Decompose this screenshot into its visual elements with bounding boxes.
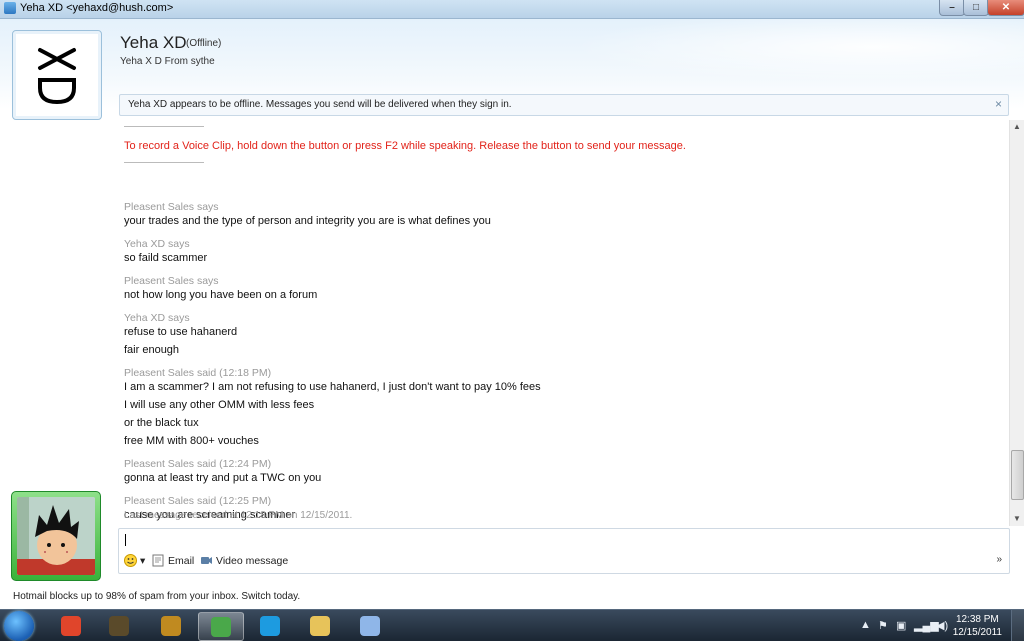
- message-text: or the black tux: [124, 417, 199, 429]
- paint-icon: [360, 615, 380, 636]
- message-sender: Yeha XD says: [124, 238, 190, 250]
- emoticon-icon: [124, 554, 137, 567]
- clock-date: 12/15/2011: [952, 627, 1002, 638]
- offline-infobar: Yeha XD appears to be offline. Messages …: [119, 94, 1009, 116]
- scroll-up-icon[interactable]: ▲: [1010, 120, 1024, 134]
- flag-icon[interactable]: ⚑: [878, 619, 888, 632]
- skype-icon: [260, 615, 280, 636]
- email-label: Email: [168, 554, 195, 567]
- message-text: not how long you have been on a forum: [124, 289, 318, 301]
- message-sender: Pleasent Sales said (12:25 PM): [124, 495, 272, 507]
- divider: [124, 162, 204, 163]
- taskbar-app-wow[interactable]: [149, 612, 193, 639]
- email-icon: [152, 554, 164, 567]
- taskbar-app-messenger[interactable]: [198, 612, 244, 641]
- power-icon[interactable]: ▣: [896, 619, 906, 632]
- ad-text[interactable]: Hotmail blocks up to 98% of spam from yo…: [13, 591, 300, 602]
- message-text: so faild scammer: [124, 252, 208, 264]
- xd-avatar-icon: [38, 48, 76, 105]
- minimize-button[interactable]: –: [939, 0, 965, 16]
- taskbar-app-chrome[interactable]: [49, 612, 93, 639]
- message-text: your trades and the type of person and i…: [124, 215, 491, 227]
- message-text: I will use any other OMM with less fees: [124, 399, 315, 411]
- wow-icon: [161, 615, 181, 636]
- conversation-window: Yeha XD (Offline) Yeha X D From sythe Ye…: [0, 19, 1024, 609]
- rs-icon: [109, 615, 129, 636]
- own-avatar[interactable]: [11, 491, 101, 581]
- volume-icon[interactable]: ◀): [936, 619, 948, 632]
- header-decoration: [520, 19, 1024, 89]
- last-message-footer: Last message received at 12:18 PM on 12/…: [124, 510, 353, 521]
- contact-avatar[interactable]: [12, 30, 102, 120]
- video-camera-icon: [201, 557, 212, 564]
- clock-time: 12:38 PM: [955, 614, 999, 625]
- message-sender: Pleasent Sales says: [124, 275, 219, 287]
- contact-name[interactable]: Yeha XD: [120, 33, 186, 53]
- taskbar-app-paint[interactable]: [348, 612, 392, 639]
- tray-arrow-icon[interactable]: ▲: [860, 619, 871, 631]
- system-tray: ▲ ⚑ ▣ ▂▄▆ ◀) 12:38 PM 12/15/2011: [860, 610, 1024, 641]
- message-sender: Pleasent Sales says: [124, 201, 219, 213]
- message-text: gonna at least try and put a TWC on you: [124, 472, 322, 484]
- clock[interactable]: 12:38 PM 12/15/2011: [953, 613, 1002, 639]
- message-text: refuse to use hahanerd: [124, 326, 238, 338]
- network-icon[interactable]: ▂▄▆: [914, 619, 939, 632]
- conversation-scrollbar[interactable]: ▲ ▼: [1009, 120, 1024, 526]
- divider: [124, 126, 204, 127]
- video-message-label: Video message: [216, 554, 289, 567]
- message-text: fair enough: [124, 344, 180, 356]
- show-desktop-button[interactable]: [1011, 610, 1024, 641]
- contact-status: (Offline): [186, 38, 222, 49]
- chrome-icon: [61, 615, 81, 636]
- taskbar: ▲ ⚑ ▣ ▂▄▆ ◀) 12:38 PM 12/15/2011: [0, 609, 1024, 641]
- message-sender: Yeha XD says: [124, 312, 190, 324]
- window-title: Yeha XD <yehaxd@hush.com>: [20, 2, 174, 14]
- input-toolbar: ▾ Email Video message »: [118, 551, 1008, 571]
- emoticon-button[interactable]: ▾: [124, 554, 145, 567]
- cartoon-boy-icon: [17, 497, 95, 575]
- text-caret: [125, 534, 126, 546]
- maximize-button[interactable]: □: [963, 0, 989, 16]
- title-bar: Yeha XD <yehaxd@hush.com> – □ ✕: [0, 0, 1024, 19]
- close-button[interactable]: ✕: [987, 0, 1024, 16]
- contact-personal-message: Yeha X D From sythe: [120, 56, 215, 67]
- explorer-icon: [310, 615, 330, 636]
- conversation-history[interactable]: To record a Voice Clip, hold down the bu…: [118, 119, 1008, 527]
- taskbar-app-explorer[interactable]: [298, 612, 342, 639]
- more-options-icon[interactable]: »: [996, 554, 1002, 565]
- start-button[interactable]: [4, 611, 34, 641]
- taskbar-app-skype[interactable]: [248, 612, 292, 639]
- messenger-icon: [4, 2, 16, 14]
- voice-clip-note: To record a Voice Clip, hold down the bu…: [124, 140, 686, 152]
- message-text: I am a scammer? I am not refusing to use…: [124, 381, 541, 393]
- messenger-icon: [211, 616, 231, 637]
- video-message-button[interactable]: Video message: [200, 554, 288, 567]
- scroll-thumb[interactable]: [1011, 450, 1024, 500]
- emoticon-dropdown-icon[interactable]: ▾: [140, 555, 145, 567]
- ad-banner[interactable]: Hotmail blocks up to 98% of spam from yo…: [0, 589, 1024, 607]
- infobar-text: Yeha XD appears to be offline. Messages …: [128, 99, 512, 110]
- infobar-close-icon[interactable]: ×: [995, 97, 1002, 111]
- own-avatar-image: [17, 497, 95, 575]
- message-sender: Pleasent Sales said (12:18 PM): [124, 367, 272, 379]
- email-button[interactable]: Email: [152, 554, 194, 567]
- message-text: free MM with 800+ vouches: [124, 435, 259, 447]
- taskbar-app-rs[interactable]: [97, 612, 141, 639]
- scroll-down-icon[interactable]: ▼: [1010, 512, 1024, 526]
- message-sender: Pleasent Sales said (12:24 PM): [124, 458, 272, 470]
